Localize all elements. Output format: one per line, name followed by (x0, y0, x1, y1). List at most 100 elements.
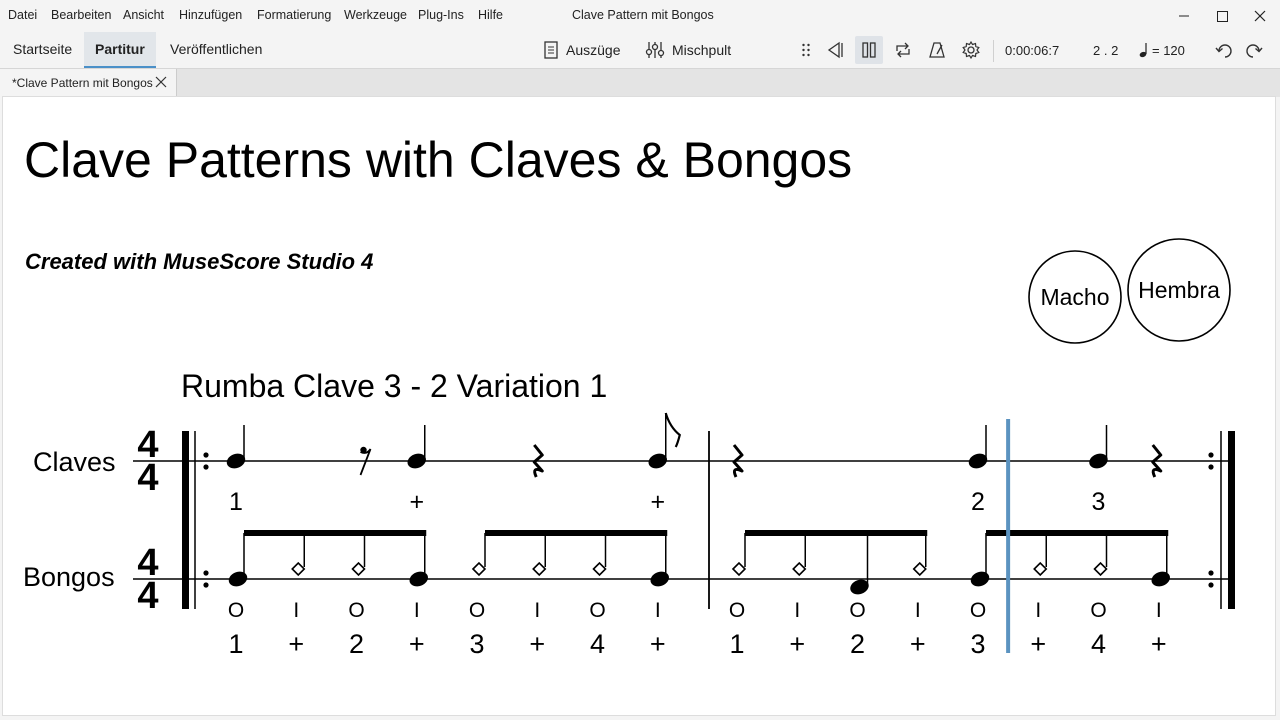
parts-label: Auszüge (566, 42, 621, 58)
minimize-button[interactable] (1171, 4, 1197, 28)
maximize-button[interactable] (1209, 4, 1235, 28)
time-readout: 0:00:06:7 (1005, 43, 1060, 58)
bongo-count: 3 (469, 629, 484, 659)
bongo-slap-note (912, 561, 927, 577)
gear-icon (962, 40, 980, 60)
rewind-button[interactable] (821, 36, 849, 64)
toolbar: Startseite Partitur Veröffentlichen Ausz… (0, 32, 1280, 68)
loop-icon (896, 42, 910, 58)
score-title: Clave Patterns with Claves & Bongos (24, 132, 852, 188)
maximize-icon (1217, 11, 1228, 22)
bongo-count: 2 (850, 629, 865, 659)
close-window-button[interactable] (1247, 4, 1273, 28)
loop-button[interactable] (889, 36, 917, 64)
bongo-stroke-label: I (414, 599, 420, 622)
bongo-count: + (910, 629, 926, 659)
instrument-bongos: Bongos (23, 562, 115, 592)
bongo-count: 4 (590, 629, 605, 659)
redo-button[interactable] (1240, 36, 1268, 64)
repeat-dot (1208, 582, 1214, 588)
redo-icon (1246, 44, 1263, 58)
metronome-button[interactable] (923, 36, 951, 64)
bongo-count: 1 (228, 629, 243, 659)
drag-handle[interactable] (792, 36, 820, 64)
playback-settings-button[interactable] (957, 36, 985, 64)
repeat-dot (1208, 464, 1214, 470)
note-beam (244, 530, 427, 536)
bongo-slap-note (731, 561, 747, 577)
bongo-slap-note (532, 561, 547, 577)
menu-hilfe[interactable]: Hilfe (478, 8, 503, 22)
bongo-stroke-label: I (293, 599, 299, 622)
menu-plugins[interactable]: Plug-Ins (418, 8, 464, 22)
bongo-slap-note (1033, 561, 1048, 577)
tab-startseite[interactable]: Startseite (13, 32, 72, 66)
bongo-note (228, 571, 248, 587)
bongo-stroke-label: O (1090, 599, 1106, 622)
bongo-note (970, 571, 990, 587)
bongo-count: + (409, 629, 425, 659)
bongo-count: + (529, 629, 545, 659)
bongo-stroke-label: I (1035, 599, 1041, 622)
note-beam (485, 530, 668, 536)
drag-handle-icon (802, 43, 810, 57)
toolbar-divider (993, 40, 994, 62)
menu-bearbeiten[interactable]: Bearbeiten (51, 8, 111, 22)
bongo-count: 1 (729, 629, 744, 659)
bongo-count: + (650, 629, 666, 659)
bongo-stroke-label: O (849, 599, 865, 622)
metronome-icon (929, 42, 945, 58)
bongo-stroke-label: O (228, 599, 244, 622)
document-icon (544, 41, 558, 59)
tab-partitur[interactable]: Partitur (84, 32, 156, 68)
claves-count: 2 (971, 488, 985, 516)
bongo-slap-note (471, 561, 487, 577)
note-flag (664, 412, 681, 448)
pause-icon (862, 42, 876, 58)
pause-button[interactable] (855, 36, 883, 64)
bongo-stroke-label: O (589, 599, 605, 622)
bongo-stroke-label: I (915, 599, 921, 622)
bongo-stroke-label: I (534, 599, 540, 622)
eighth-rest (359, 448, 372, 476)
window-title: Clave Pattern mit Bongos (572, 8, 714, 22)
menu-ansicht[interactable]: Ansicht (123, 8, 164, 22)
bongo-slap-note (792, 561, 807, 577)
bongo-stroke-label: I (655, 599, 661, 622)
note-beam (745, 530, 928, 536)
mixer-button[interactable]: Mischpult (645, 37, 731, 63)
bongo-stroke-label: O (469, 599, 485, 622)
score-canvas[interactable]: Clave Patterns with Claves & Bongos Crea… (2, 96, 1276, 716)
bongo-count: 3 (970, 629, 985, 659)
start-repeat-thick-barline (182, 431, 189, 609)
note-beam (986, 530, 1169, 536)
menu-datei[interactable]: Datei (8, 8, 37, 22)
quarter-note-icon (1139, 43, 1147, 58)
repeat-dot (1208, 452, 1214, 458)
mixer-label: Mischpult (672, 42, 732, 58)
repeat-dot (203, 582, 209, 588)
menu-werkzeuge[interactable]: Werkzeuge (344, 8, 407, 22)
parts-button[interactable]: Auszüge (543, 37, 620, 63)
close-tab-icon[interactable] (155, 76, 167, 88)
time-sig-bongos-denominator: 4 (137, 575, 158, 617)
menu-bar: Datei Bearbeiten Ansicht Hinzufügen Form… (0, 0, 1280, 32)
bongo-count: + (288, 629, 304, 659)
menu-hinzufuegen[interactable]: Hinzufügen (179, 8, 242, 22)
claves-count: 1 (229, 488, 243, 516)
undo-button[interactable] (1210, 36, 1238, 64)
bongo-stroke-label: O (970, 599, 986, 622)
playback-cursor (1006, 419, 1011, 653)
document-tab[interactable]: *Clave Pattern mit Bongos (0, 69, 177, 97)
menu-formatierung[interactable]: Formatierung (257, 8, 331, 22)
macho-label: Macho (1040, 284, 1109, 310)
repeat-dot (203, 464, 209, 470)
bongo-slap-note (1093, 561, 1108, 577)
bongo-slap-note (351, 561, 366, 577)
claves-count: + (650, 488, 665, 516)
claves-count: + (409, 488, 424, 516)
end-repeat-thick-barline (1228, 431, 1235, 609)
hembra-label: Hembra (1138, 277, 1220, 303)
tab-veroeffentlichen[interactable]: Veröffentlichen (170, 32, 262, 66)
section-title: Rumba Clave 3 - 2 Variation 1 (181, 368, 607, 404)
